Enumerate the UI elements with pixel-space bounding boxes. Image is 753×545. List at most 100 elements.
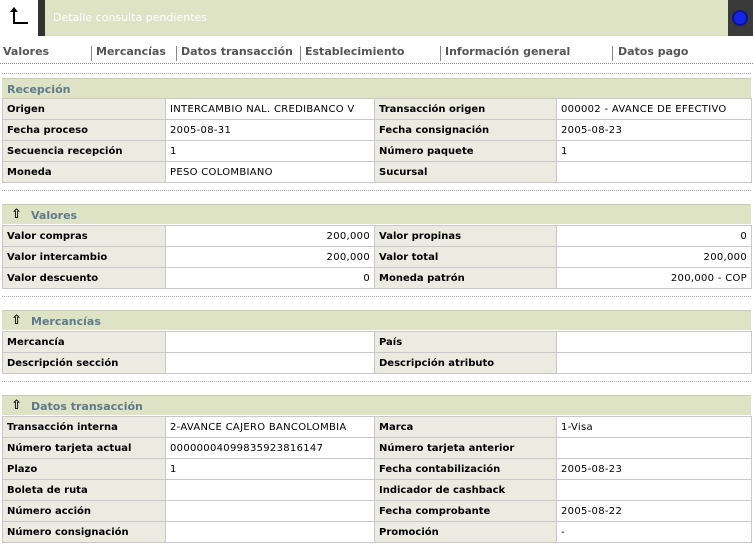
- tab-datos-pago[interactable]: Datos pago: [618, 45, 688, 58]
- up-arrow-icon[interactable]: ⇧: [11, 398, 22, 413]
- table-row: Descripción sección Descripción atributo: [2, 352, 752, 374]
- tab-divider: [91, 46, 92, 61]
- field-label: Descripción atributo: [374, 352, 557, 374]
- section-header-valores[interactable]: ⇧ Valores: [2, 204, 751, 224]
- field-label: Número tarjeta actual: [2, 437, 166, 459]
- field-label: Número acción: [2, 500, 166, 522]
- field-label: Plazo: [2, 458, 166, 480]
- field-value: 2005-08-22: [556, 500, 752, 522]
- tab-valores[interactable]: Valores: [3, 45, 49, 58]
- field-label: Número consignación: [2, 521, 166, 543]
- field-value: [165, 352, 375, 374]
- table-row: Valor compras 200,000 Valor propinas 0: [2, 225, 752, 247]
- table-row: Número tarjeta actual 000000040998359238…: [2, 437, 752, 459]
- table-row: Origen INTERCAMBIO NAL. CREDIBANCO V Tra…: [2, 98, 752, 120]
- corner-up-arrow-icon: [10, 7, 28, 24]
- field-label: Sucursal: [374, 161, 557, 183]
- page-title: Detalle consulta pendientes: [53, 11, 208, 24]
- field-value: 0000000409983592381614​7: [165, 437, 375, 459]
- section-header-datos-transaccion[interactable]: ⇧ Datos transacción: [2, 395, 751, 415]
- field-value: 2-AVANCE CAJERO BANCOLOMBIA: [165, 416, 375, 438]
- section-header-mercancias[interactable]: ⇧ Mercancías: [2, 310, 751, 330]
- field-label: Origen: [2, 98, 166, 120]
- field-label: Descripción sección: [2, 352, 166, 374]
- field-value: [165, 479, 375, 501]
- field-value: [165, 521, 375, 543]
- table-row: Plazo 1 Fecha contabilización 2005-08-23: [2, 458, 752, 480]
- field-label: Valor intercambio: [2, 246, 166, 268]
- back-button[interactable]: [0, 0, 38, 36]
- field-label: Fecha comprobante: [374, 500, 557, 522]
- tab-divider: [612, 46, 613, 61]
- field-label: Indicador de cashback: [374, 479, 557, 501]
- table-row: Mercancía País: [2, 331, 752, 353]
- divider: [2, 190, 751, 191]
- title-bar: Detalle consulta pendientes: [0, 0, 753, 36]
- table-row: Valor descuento 0 Moneda patrón 200,000 …: [2, 267, 752, 289]
- section-title: Valores: [31, 209, 78, 222]
- table-row: Transacción interna 2-AVANCE CAJERO BANC…: [2, 416, 752, 438]
- field-label: Fecha contabilización: [374, 458, 557, 480]
- tab-mercancias[interactable]: Mercancías: [96, 45, 166, 58]
- field-value: PESO COLOMBIANO: [165, 161, 375, 183]
- section-title: Mercancías: [31, 315, 101, 328]
- field-value: 1: [165, 140, 375, 162]
- field-label: Valor descuento: [2, 267, 166, 289]
- table-row: Secuencia recepción 1 Número paquete 1: [2, 140, 752, 162]
- field-value: 0: [165, 267, 375, 289]
- field-value: 200,000: [556, 246, 752, 268]
- field-value: [556, 161, 752, 183]
- divider: [2, 381, 751, 382]
- field-value: 200,000 - COP: [556, 267, 752, 289]
- field-value: [556, 352, 752, 374]
- field-value: [556, 479, 752, 501]
- field-label: Secuencia recepción: [2, 140, 166, 162]
- title-bar-panel: Detalle consulta pendientes: [45, 0, 728, 36]
- field-value: -: [556, 521, 752, 543]
- table-row: Número acción Fecha comprobante 2005-08-…: [2, 500, 752, 522]
- field-label: Moneda patrón: [374, 267, 557, 289]
- tab-divider: [300, 46, 301, 61]
- field-label: Transacción interna: [2, 416, 166, 438]
- title-separator: [38, 0, 45, 36]
- recepcion-table: Origen INTERCAMBIO NAL. CREDIBANCO V Tra…: [2, 98, 752, 183]
- field-value: INTERCAMBIO NAL. CREDIBANCO V: [165, 98, 375, 120]
- up-arrow-icon[interactable]: ⇧: [11, 207, 22, 222]
- tab-bar: Valores Mercancías Datos transacción Est…: [0, 42, 753, 62]
- field-value: [556, 331, 752, 353]
- field-value: 0: [556, 225, 752, 247]
- tab-underline: [0, 63, 753, 64]
- field-label: País: [374, 331, 557, 353]
- tab-divider: [176, 46, 177, 61]
- tab-datos-transaccion[interactable]: Datos transacción: [181, 45, 293, 58]
- field-label: Promoción: [374, 521, 557, 543]
- tab-informacion-general[interactable]: Información general: [445, 45, 570, 58]
- field-label: Fecha proceso: [2, 119, 166, 141]
- field-value: 200,000: [165, 225, 375, 247]
- field-value: [165, 331, 375, 353]
- section-title: Datos transacción: [31, 400, 143, 413]
- field-value: 1: [556, 140, 752, 162]
- field-label: Número paquete: [374, 140, 557, 162]
- field-label: Fecha consignación: [374, 119, 557, 141]
- field-label: Mercancía: [2, 331, 166, 353]
- section-header-recepcion: Recepción: [2, 78, 751, 98]
- divider: [2, 73, 751, 74]
- tab-establecimiento[interactable]: Establecimiento: [305, 45, 404, 58]
- field-label: Número tarjeta anterior: [374, 437, 557, 459]
- field-label: Valor total: [374, 246, 557, 268]
- datos-transaccion-table: Transacción interna 2-AVANCE CAJERO BANC…: [2, 416, 752, 543]
- field-value: 2005-08-31: [165, 119, 375, 141]
- field-value: 2005-08-23: [556, 458, 752, 480]
- field-value: 000002 - AVANCE DE EFECTIVO: [556, 98, 752, 120]
- table-row: Valor intercambio 200,000 Valor total 20…: [2, 246, 752, 268]
- field-label: Boleta de ruta: [2, 479, 166, 501]
- status-indicator[interactable]: [728, 0, 753, 36]
- field-label: Valor propinas: [374, 225, 557, 247]
- field-label: Marca: [374, 416, 557, 438]
- up-arrow-icon[interactable]: ⇧: [11, 313, 22, 328]
- field-value: 1: [165, 458, 375, 480]
- table-row: Moneda PESO COLOMBIANO Sucursal: [2, 161, 752, 183]
- field-label: Valor compras: [2, 225, 166, 247]
- field-value: 1-Visa: [556, 416, 752, 438]
